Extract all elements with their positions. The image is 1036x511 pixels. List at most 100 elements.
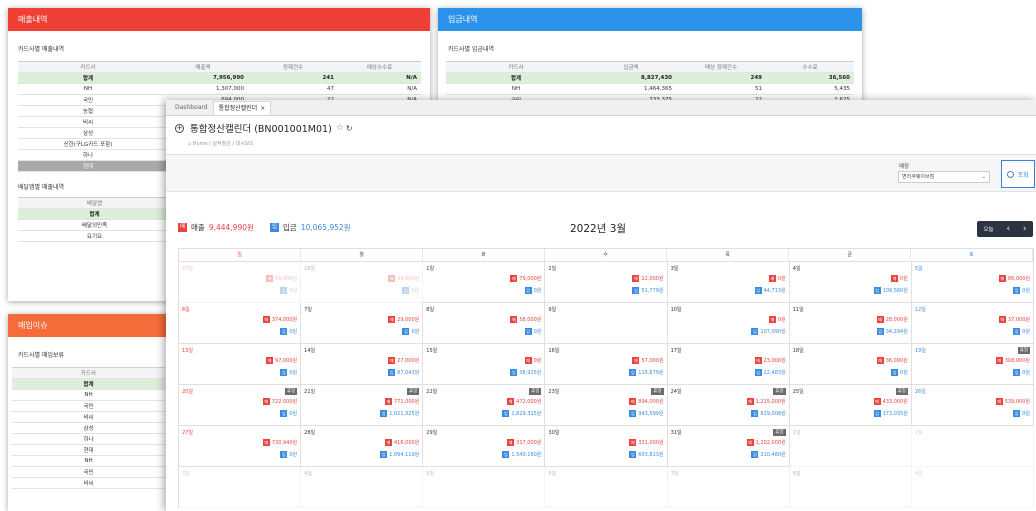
tab-dashboard[interactable]: Dashboard: [170, 101, 213, 115]
calendar-day-cell[interactable]: 5일: [423, 467, 546, 508]
tab-settlement-calendar[interactable]: 통합정산캘린더 ×: [212, 101, 272, 115]
table-row[interactable]: 요기요: [18, 230, 171, 242]
calendar-day-cell[interactable]: 13일 매 97,000원 입 0원: [179, 344, 302, 385]
holiday-badge: 휴일: [1017, 347, 1030, 354]
day-sales: 매 374,000원: [262, 316, 297, 323]
calendar-day-cell[interactable]: 26일 매 539,000원 입 0원: [911, 385, 1034, 426]
deposit-amount: 0원: [289, 370, 298, 376]
calendar-day-cell[interactable]: 9일: [545, 303, 668, 344]
calendar-day-cell[interactable]: 20일 휴일 매 722,000원 입 0원: [179, 385, 302, 426]
calendar-day-cell[interactable]: 27일 매 56,000원 입 0원: [179, 262, 302, 303]
calendar-day-cell[interactable]: 27일 매 730,940원 입 0원: [179, 426, 302, 467]
refresh-icon[interactable]: ↻: [346, 124, 353, 133]
table-row-total[interactable]: 합계: [18, 208, 171, 220]
table-row[interactable]: 배달의민족: [18, 219, 171, 231]
deposit-amount: 22,483원: [763, 370, 786, 376]
calendar-day-cell[interactable]: 3일: [179, 467, 302, 508]
calendar-day-cell[interactable]: 28일 매 416,000원 입 1,094,119원: [301, 426, 424, 467]
calendar-day-cell[interactable]: 6일: [545, 467, 668, 508]
table-row[interactable]: 비씨: [12, 477, 165, 489]
today-button[interactable]: 오늘: [983, 225, 993, 233]
calendar-day-cell[interactable]: 10일 매 0원 입 107,090원: [667, 303, 790, 344]
calendar-day-cell[interactable]: 4일: [301, 467, 424, 508]
calendar-day-cell[interactable]: 23일 휴일 매 894,000원 입 943,599원: [545, 385, 668, 426]
expand-icon[interactable]: +: [175, 123, 184, 133]
day-deposit: 입 0원: [402, 328, 419, 335]
table-row[interactable]: 삼성: [12, 422, 165, 434]
search-button[interactable]: 조회: [1001, 160, 1035, 188]
calendar-day-cell[interactable]: 19일 휴일 매 308,000원 입 0원: [911, 344, 1034, 385]
calendar-day-cell[interactable]: 28일 매 39,000원 입 0원: [301, 262, 424, 303]
sales-amount: 58,000원: [519, 317, 542, 323]
calendar-day-cell[interactable]: 17일 매 23,000원 입 22,483원: [667, 344, 790, 385]
calendar-day-cell[interactable]: 24일 휴일 매 1,215,000원 입 829,008원: [667, 385, 790, 426]
deposit-tag: 입: [751, 451, 759, 458]
sales-tag: 매: [388, 357, 396, 364]
prev-month-button[interactable]: ‹: [1006, 224, 1010, 234]
deposit-amount: 1,540,160원: [511, 452, 542, 458]
next-month-button[interactable]: ›: [1023, 224, 1027, 234]
favorite-star-icon[interactable]: ☆: [336, 123, 344, 133]
table-row[interactable]: NH 1,307,000 47 N/A: [18, 83, 421, 95]
calendar-day-cell[interactable]: 29일 매 317,000원 입 1,540,160원: [423, 426, 546, 467]
calendar-day-cell[interactable]: 18일 매 36,000원 입 0원: [789, 344, 912, 385]
deposit-tag: 입: [524, 328, 532, 335]
calendar-day-cell[interactable]: 1일: [789, 426, 912, 467]
table-row-total[interactable]: 합계: [12, 378, 165, 390]
table-row[interactable]: 현대: [12, 444, 165, 456]
table-row[interactable]: 하나: [12, 433, 165, 445]
store-select[interactable]: 변리쿠웨이브점 ⌄: [898, 171, 990, 183]
table-row-total[interactable]: 합계 8,827,430 249 36,560: [446, 72, 854, 84]
calendar-day-cell[interactable]: 16일 매 57,000원 입 115,679원: [545, 344, 668, 385]
day-sales: 매 433,000원: [873, 398, 908, 405]
calendar-day-cell[interactable]: 9일: [911, 467, 1034, 508]
sales-tag: 매: [262, 439, 270, 446]
calendar-day-cell[interactable]: 21일 휴일 매 771,000원 입 1,021,325원: [301, 385, 424, 426]
table-row[interactable]: 국민: [12, 400, 165, 412]
deposit-amount: 1,021,325원: [389, 411, 420, 417]
calendar-day-cell[interactable]: 15일 매 0원 입 38,915원: [423, 344, 546, 385]
calendar-day-cell[interactable]: 30일 매 331,000원 입 603,813원: [545, 426, 668, 467]
calendar-day-cell[interactable]: 25일 휴일 매 433,000원 입 373,035원: [789, 385, 912, 426]
day-deposit: 입 22,483원: [754, 369, 786, 376]
col-header: 예상수수료: [338, 61, 421, 73]
calendar-day-cell[interactable]: 3일 매 0원 입 44,713원: [667, 262, 790, 303]
calendar-day-cell[interactable]: 5일 매 86,000원 입 0원: [911, 262, 1034, 303]
table-row[interactable]: 비씨: [12, 411, 165, 423]
deposit-tag: 입: [876, 328, 884, 335]
calendar-day-cell[interactable]: 11일 매 28,000원 입 34,294원: [789, 303, 912, 344]
deposit-tag: 입: [1013, 410, 1021, 417]
calendar-day-cell[interactable]: 22일 휴일 매 472,000원 입 1,829,315원: [423, 385, 546, 426]
calendar-day-cell[interactable]: 8일 매 58,000원 입 0원: [423, 303, 546, 344]
calendar-day-cell[interactable]: 2일: [911, 426, 1034, 467]
day-number: 19일: [914, 348, 926, 354]
day-sales: 매 58,000원: [510, 316, 541, 323]
deposit-tag: 입: [388, 369, 396, 376]
calendar-day-cell[interactable]: 4일 매 0원 입 109,560원: [789, 262, 912, 303]
calendar-day-cell[interactable]: 12일 매 37,000원 입 0원: [911, 303, 1034, 344]
table-row-total[interactable]: 합계 7,956,990 241 N/A: [18, 72, 421, 84]
table-row[interactable]: NH 1,464,365 51 5,435: [446, 83, 854, 95]
calendar-day-cell[interactable]: 14일 매 27,000원 입 87,043원: [301, 344, 424, 385]
calendar-day-cell[interactable]: 2일 매 22,000원 입 51,779원: [545, 262, 668, 303]
deposit-amount: 1,829,315원: [511, 411, 542, 417]
deposit-amount: 0원: [1022, 370, 1030, 376]
calendar-day-cell[interactable]: 8일: [789, 467, 912, 508]
cell: NH: [18, 83, 158, 95]
calendar-day-cell[interactable]: 6일 매 374,000원 입 0원: [179, 303, 302, 344]
day-deposit: 입 943,599원: [629, 410, 664, 417]
day-deposit: 입 0원: [1013, 369, 1030, 376]
table-row[interactable]: NH: [12, 389, 165, 401]
weekday-header: 일 월 화 수 목 금 토: [178, 248, 1034, 262]
calendar-day-cell[interactable]: 7일 매 29,000원 입 0원: [301, 303, 424, 344]
cell: 합계: [446, 72, 586, 84]
calendar-day-cell[interactable]: 31일 휴일 매 1,202,000원 입 310,460원: [667, 426, 790, 467]
day-deposit: 입 0원: [402, 287, 419, 294]
table-row[interactable]: 국민: [12, 466, 165, 478]
calendar-day-cell[interactable]: 1일 매 79,000원 입 0원: [423, 262, 546, 303]
close-icon[interactable]: ×: [260, 105, 265, 112]
table-row[interactable]: NH: [12, 455, 165, 467]
calendar-day-cell[interactable]: 7일: [667, 467, 790, 508]
cell: 7,956,990: [158, 72, 248, 84]
day-number: 18일: [792, 348, 804, 354]
